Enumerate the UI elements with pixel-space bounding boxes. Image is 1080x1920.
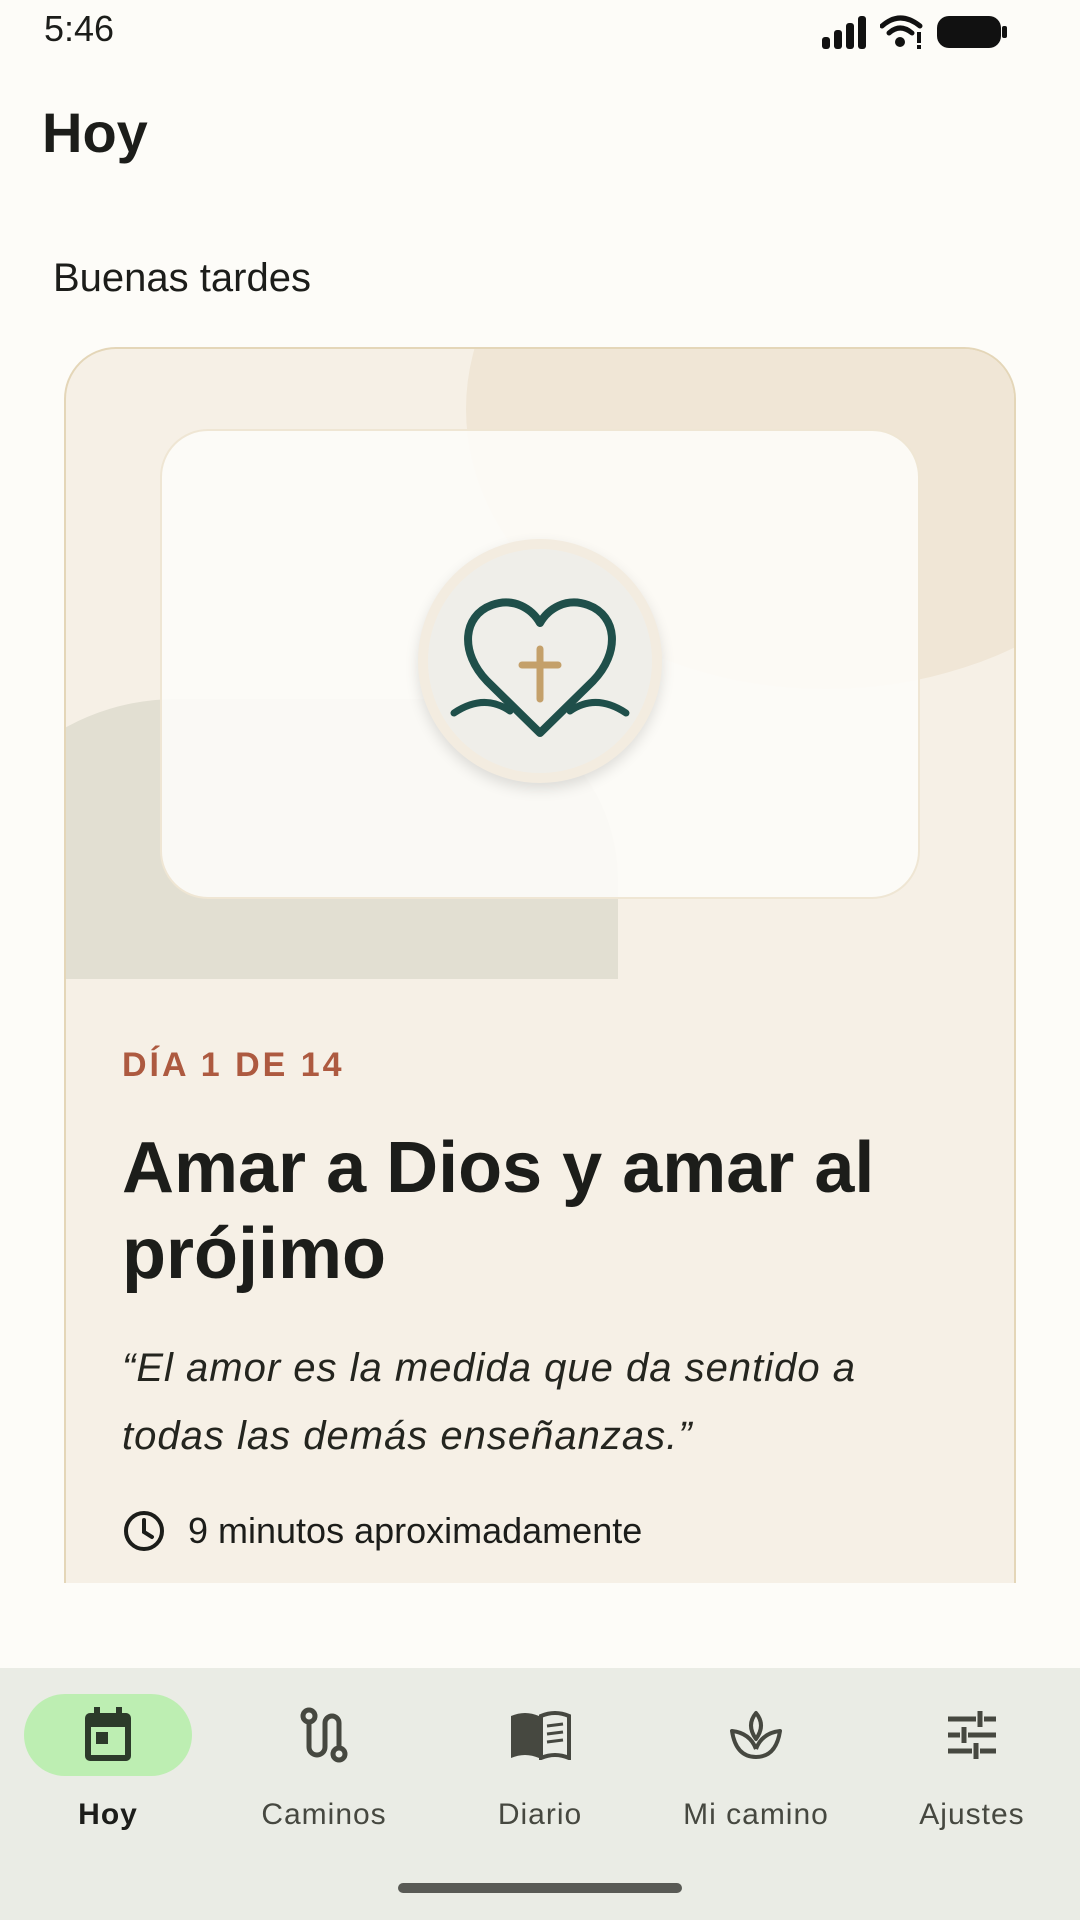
heart-cross-icon [450,598,630,737]
nav-label-hoy: Hoy [78,1798,138,1831]
nav-item-caminos[interactable]: Caminos [216,1694,432,1834]
signal-icon [822,16,866,49]
nav-icon-container [240,1694,408,1776]
nav-active-indicator [24,1694,192,1776]
card-quote: “El amor es la medida que da sentido a t… [122,1346,856,1458]
nav-item-hoy[interactable]: Hoy [0,1694,216,1834]
calendar-icon [85,1707,131,1761]
status-icons [820,12,1008,52]
nav-icon-container [672,1694,840,1776]
card-title: Amar a Dios y amar al prójimo [122,1128,875,1294]
nav-item-diario[interactable]: Diario [432,1694,648,1834]
home-indicator[interactable] [398,1883,682,1893]
route-icon [300,1707,348,1763]
nav-icon-container [888,1694,1056,1776]
duration-text: 9 minutos aproximadamente [188,1510,643,1551]
nav-label-mi-camino: Mi camino [683,1798,829,1831]
wifi-icon [880,15,923,49]
nav-icon-container [456,1694,624,1776]
day-label: DÍA 1 DE 14 [122,1046,345,1084]
nav-label-diario: Diario [497,1798,583,1831]
nav-item-ajustes[interactable]: Ajustes [864,1694,1080,1834]
greeting-text: Buenas tardes [53,256,311,300]
status-bar: 5:46 [0,0,1080,64]
nav-item-mi-camino[interactable]: Mi camino [648,1694,864,1834]
status-time: 5:46 [44,8,115,49]
heart-cross-emblem [418,539,662,783]
battery-icon [937,16,1007,48]
duration-row: 9 minutos aproximadamente [122,1509,642,1553]
clock-icon [124,1511,164,1551]
page-title: Hoy [42,101,148,164]
devotional-card[interactable]: DÍA 1 DE 14 Amar a Dios y amar al prójim… [64,347,1016,1583]
nav-label-caminos: Caminos [261,1798,387,1831]
book-icon [511,1711,571,1760]
tune-icon [948,1711,996,1759]
sprout-icon [730,1711,782,1759]
nav-label-ajustes: Ajustes [919,1798,1025,1831]
